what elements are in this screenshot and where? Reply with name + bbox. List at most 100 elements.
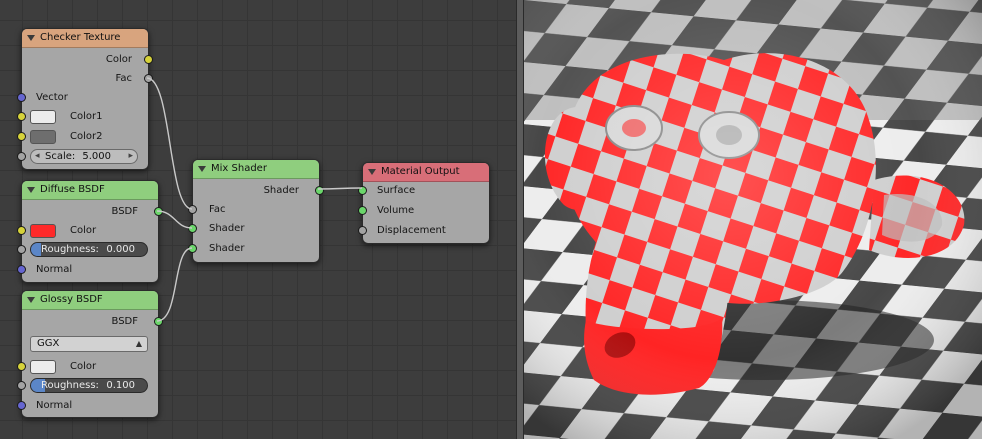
distribution-row: GGX ▲	[22, 335, 158, 353]
color1-input-socket[interactable]	[17, 112, 26, 121]
input-surface-row: Surface	[358, 182, 489, 200]
node-title: Glossy BSDF	[40, 294, 103, 305]
input-label: Surface	[377, 185, 416, 196]
input-roughness-row: Roughness: 0.100	[17, 377, 158, 395]
input-color-row: Color	[17, 222, 158, 240]
node-title: Checker Texture	[40, 32, 121, 43]
roughness-value: 0.000	[106, 244, 135, 255]
increment-arrow-icon[interactable]: ▸	[128, 150, 133, 163]
node-glossy-bsdf[interactable]: Glossy BSDF BSDF GGX ▲ Color Roughness: …	[17, 290, 163, 418]
input-normal-row: Normal	[17, 397, 158, 415]
color-input-socket[interactable]	[17, 362, 26, 371]
input-scale-row: ◂ Scale: 5.000 ▸	[17, 148, 148, 166]
slider-fill	[31, 243, 41, 256]
input-roughness-row: Roughness: 0.000	[17, 241, 158, 259]
distribution-value: GGX	[37, 338, 60, 349]
scale-input-socket[interactable]	[17, 152, 26, 161]
output-fac-row: Fac	[22, 70, 153, 88]
link-mix-to-surface	[317, 187, 363, 190]
output-label: Shader	[263, 185, 299, 196]
node-material-output[interactable]: Material Output Surface Volume Displacem…	[358, 162, 490, 244]
updown-arrow-icon: ▲	[135, 339, 142, 348]
roughness-slider[interactable]: Roughness: 0.000	[30, 242, 148, 257]
node-header-diffuse-bsdf[interactable]: Diffuse BSDF	[22, 181, 158, 200]
input-shader2-row: Shader	[188, 240, 319, 258]
decrement-arrow-icon[interactable]: ◂	[35, 150, 40, 163]
output-bsdf-row: BSDF	[22, 313, 163, 331]
area-splitter[interactable]	[516, 0, 524, 439]
scale-value: 5.000	[82, 151, 111, 162]
input-label: Shader	[209, 223, 245, 234]
roughness-slider[interactable]: Roughness: 0.100	[30, 378, 148, 393]
node-checker-texture[interactable]: Checker Texture Color Fac Vector Color1 …	[17, 28, 153, 170]
roughness-label: Roughness:	[41, 244, 99, 255]
fac-output-socket[interactable]	[144, 74, 153, 83]
surface-input-socket[interactable]	[358, 186, 367, 195]
input-shader1-row: Shader	[188, 220, 319, 238]
output-shader-row: Shader	[193, 182, 324, 200]
color1-swatch[interactable]	[30, 110, 56, 124]
input-label: Vector	[36, 92, 68, 103]
input-label: Normal	[36, 400, 73, 411]
collapse-triangle-icon[interactable]	[27, 35, 35, 41]
volume-input-socket[interactable]	[358, 206, 367, 215]
input-displacement-row: Displacement	[358, 222, 489, 240]
input-color2-row: Color2	[17, 128, 148, 146]
link-glossy-to-mix-shader2	[156, 247, 193, 322]
color2-input-socket[interactable]	[17, 132, 26, 141]
output-color-row: Color	[22, 51, 153, 69]
roughness-input-socket[interactable]	[17, 381, 26, 390]
input-label: Normal	[36, 264, 73, 275]
shader1-input-socket[interactable]	[188, 224, 197, 233]
node-header-material-output[interactable]: Material Output	[363, 163, 489, 182]
glossy-color-swatch[interactable]	[30, 360, 56, 374]
bsdf-output-socket[interactable]	[154, 317, 163, 326]
node-mix-shader[interactable]: Mix Shader Shader Fac Shader Shader	[188, 159, 324, 263]
diffuse-color-swatch[interactable]	[30, 224, 56, 238]
color-input-socket[interactable]	[17, 226, 26, 235]
input-label: Fac	[209, 204, 226, 215]
input-color-row: Color	[17, 358, 158, 376]
collapse-triangle-icon[interactable]	[198, 166, 206, 172]
shader-output-socket[interactable]	[315, 186, 324, 195]
displacement-input-socket[interactable]	[358, 226, 367, 235]
normal-input-socket[interactable]	[17, 401, 26, 410]
node-header-glossy-bsdf[interactable]: Glossy BSDF	[22, 291, 158, 310]
roughness-label: Roughness:	[41, 380, 99, 391]
scale-label: Scale:	[45, 151, 76, 162]
node-title: Diffuse BSDF	[40, 184, 105, 195]
collapse-triangle-icon[interactable]	[27, 297, 35, 303]
node-title: Mix Shader	[211, 163, 267, 174]
fac-input-socket[interactable]	[188, 205, 197, 214]
normal-input-socket[interactable]	[17, 265, 26, 274]
input-vector-row: Vector	[17, 89, 148, 107]
node-header-mix-shader[interactable]: Mix Shader	[193, 160, 319, 179]
input-label: Shader	[209, 243, 245, 254]
node-editor[interactable]: Checker Texture Color Fac Vector Color1 …	[0, 0, 516, 439]
shader2-input-socket[interactable]	[188, 244, 197, 253]
node-title: Material Output	[381, 166, 460, 177]
output-label: Color	[105, 54, 132, 65]
render-viewport[interactable]	[524, 0, 982, 439]
node-header-checker-texture[interactable]: Checker Texture	[22, 29, 148, 48]
input-fac-row: Fac	[188, 201, 319, 219]
color2-swatch[interactable]	[30, 130, 56, 144]
vector-input-socket[interactable]	[17, 93, 26, 102]
roughness-value: 0.100	[106, 380, 135, 391]
scale-number-field[interactable]: ◂ Scale: 5.000 ▸	[30, 149, 138, 164]
node-diffuse-bsdf[interactable]: Diffuse BSDF BSDF Color Roughness: 0.000…	[17, 180, 163, 283]
input-normal-row: Normal	[17, 261, 158, 279]
input-label: Color2	[70, 131, 103, 142]
output-label: BSDF	[111, 316, 138, 327]
distribution-dropdown[interactable]: GGX ▲	[30, 336, 148, 352]
input-label: Color	[70, 361, 97, 372]
color-output-socket[interactable]	[144, 55, 153, 64]
input-label: Color1	[70, 111, 103, 122]
output-label: Fac	[115, 73, 132, 84]
input-volume-row: Volume	[358, 202, 489, 220]
collapse-triangle-icon[interactable]	[27, 187, 35, 193]
bsdf-output-socket[interactable]	[154, 207, 163, 216]
input-label: Color	[70, 225, 97, 236]
collapse-triangle-icon[interactable]	[368, 169, 376, 175]
roughness-input-socket[interactable]	[17, 245, 26, 254]
